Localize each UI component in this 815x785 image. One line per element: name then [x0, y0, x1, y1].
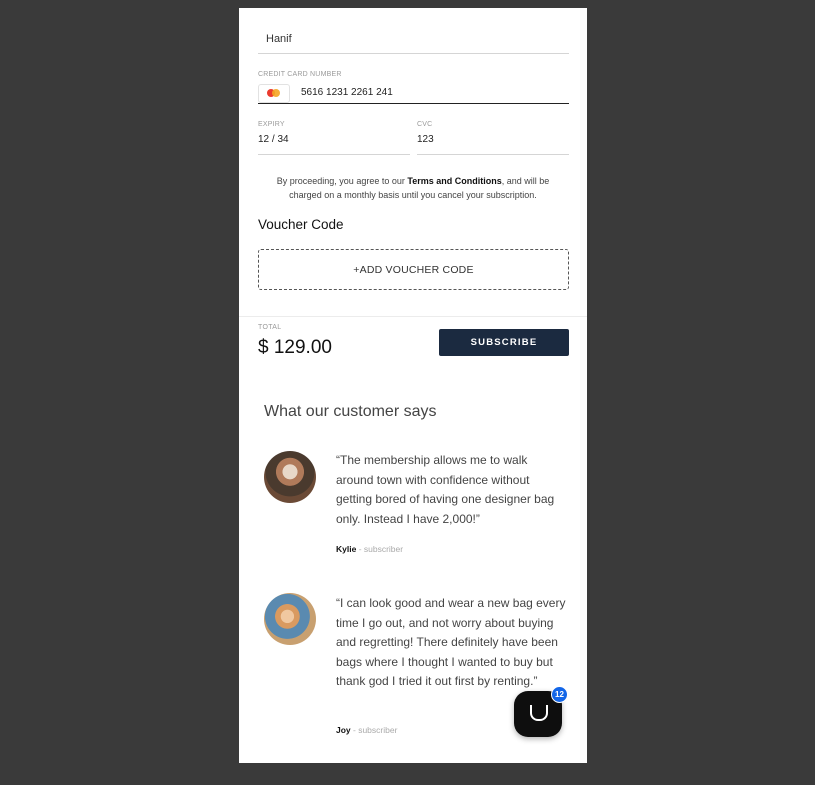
testimonial-author: Kylie - subscriber: [336, 544, 403, 554]
expiry-underline: [258, 154, 410, 155]
card-number-underline: [258, 103, 569, 104]
total-value: $ 129.00: [258, 337, 332, 358]
terms-notice: By proceeding, you agree to our Terms an…: [263, 174, 563, 202]
name-field-underline: [258, 53, 569, 54]
expiry-field[interactable]: EXPIRY 12 / 34: [258, 121, 408, 145]
testimonial-quote: “The membership allows me to walk around…: [336, 453, 555, 526]
checkout-panel: Hanif CREDIT CARD NUMBER 5616 1231 2261 …: [239, 8, 587, 763]
mastercard-icon: [258, 84, 290, 103]
testimonial-author: Joy - subscriber: [336, 725, 397, 735]
expiry-value: 12 / 34: [258, 134, 289, 145]
cvc-label: CVC: [417, 121, 433, 128]
author-name: Joy: [336, 725, 351, 735]
author-role: - subscriber: [350, 725, 398, 735]
testimonials-title: What our customer says: [264, 403, 437, 420]
avatar: [264, 593, 316, 645]
cvc-field[interactable]: CVC 123: [417, 121, 569, 145]
voucher-title: Voucher Code: [258, 217, 344, 232]
total-label: TOTAL: [258, 324, 282, 331]
expiry-label: EXPIRY: [258, 121, 285, 128]
terms-prefix: By proceeding, you agree to our: [276, 176, 408, 186]
author-name: Kylie: [336, 544, 357, 554]
avatar: [264, 451, 316, 503]
card-number-value: 5616 1231 2261 241: [301, 87, 393, 98]
add-voucher-button[interactable]: +ADD VOUCHER CODE: [258, 249, 569, 290]
cvc-underline: [417, 154, 569, 155]
testimonial-quote: “I can look good and wear a new bag ever…: [336, 596, 566, 688]
chat-notification-badge: 12: [551, 686, 568, 703]
card-number-label-wrap: CREDIT CARD NUMBER: [258, 71, 569, 78]
name-value: Hanif: [266, 33, 292, 45]
checkout-divider: [239, 316, 587, 317]
subscribe-button[interactable]: SUBSCRIBE: [439, 329, 569, 356]
terms-link[interactable]: Terms and Conditions: [407, 176, 501, 186]
card-number-label: CREDIT CARD NUMBER: [258, 71, 342, 78]
author-role: - subscriber: [356, 544, 404, 554]
cvc-value: 123: [417, 134, 434, 145]
card-number-field[interactable]: 5616 1231 2261 241: [301, 87, 393, 98]
chat-smile-icon: [530, 705, 548, 721]
